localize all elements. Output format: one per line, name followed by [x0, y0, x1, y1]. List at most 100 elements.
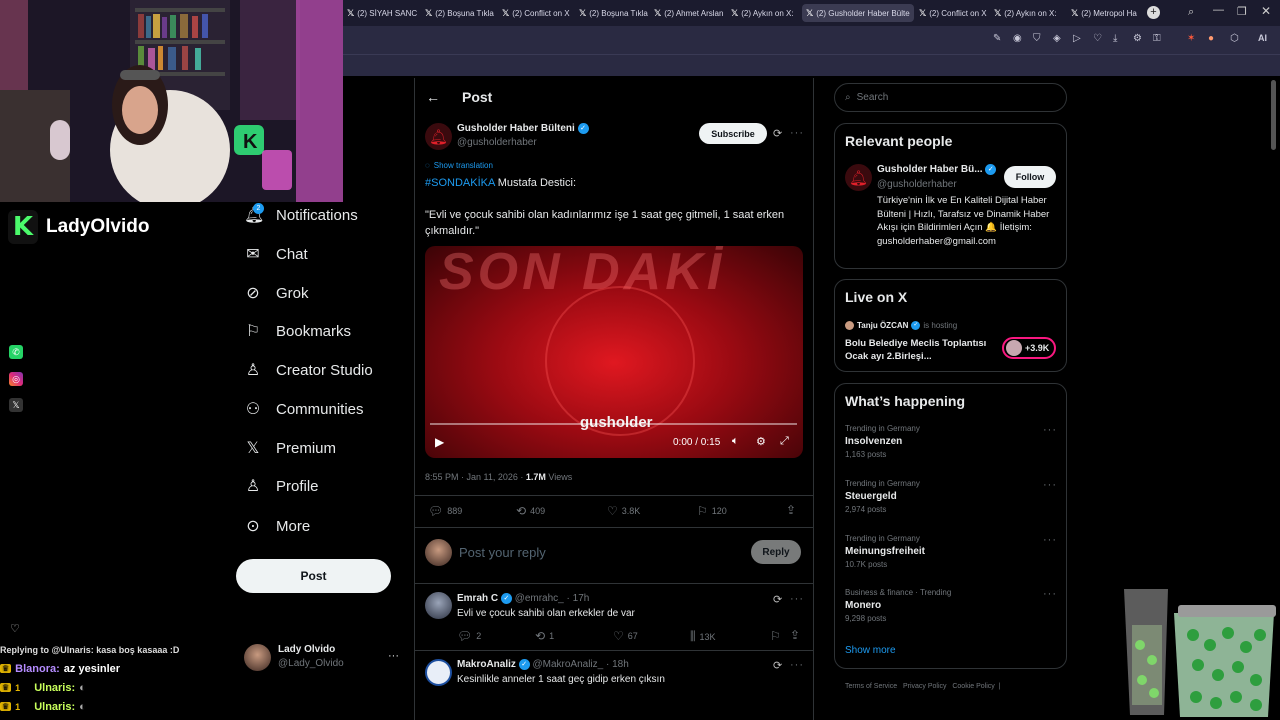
avatar[interactable] — [425, 592, 452, 619]
browser-tab[interactable]: 𝕏 (2) Boşuna Tıkla — [421, 4, 497, 22]
grok-icon[interactable]: ⟳ — [773, 659, 782, 672]
account-name[interactable]: Lady Olvido — [278, 644, 335, 655]
browser-tab[interactable]: 𝕏 (2) SİYAH SANC — [343, 4, 419, 22]
play-icon[interactable]: ▶ — [435, 435, 444, 449]
bookmark-button[interactable]: ⚐ — [770, 629, 781, 643]
extension-icon[interactable]: ◈ — [1053, 33, 1061, 44]
nav-communities[interactable]: ⚇ Communities — [244, 394, 364, 424]
hashtag-link[interactable]: #SONDAKİKA — [425, 177, 495, 189]
more-icon[interactable]: ··· — [1043, 424, 1057, 436]
bookmark-button[interactable]: ⚐ 120 — [697, 504, 727, 518]
post-button[interactable]: Post — [236, 559, 391, 593]
trend-item[interactable]: Trending in Germany Insolvenzen 1,163 po… — [845, 424, 1055, 459]
settings-icon[interactable]: ⚙ — [756, 435, 766, 448]
reply-author-handle[interactable]: @MakroAnaliz_ — [532, 659, 603, 670]
share-button[interactable]: ⇪ — [790, 628, 800, 642]
follow-button[interactable]: Follow — [1004, 166, 1056, 188]
video-player[interactable]: SON DAKİ gusholder ▶ 0:00 / 0:15 🔈︎ ⚙ ⤢ — [425, 246, 803, 458]
brave-icon[interactable]: ✶ — [1187, 33, 1195, 44]
more-icon[interactable]: ··· — [1043, 588, 1057, 600]
bell-logo-icon[interactable]: 🔔︎ — [425, 123, 452, 150]
gear-icon[interactable]: ⚙ — [1133, 33, 1142, 44]
repost-button[interactable]: ⟲ 409 — [516, 504, 545, 518]
edit-icon[interactable]: ✎ — [993, 33, 1001, 44]
browser-tab[interactable]: 𝕏 (2) Metropol Ha — [1067, 4, 1141, 22]
more-icon[interactable]: ··· — [790, 659, 804, 671]
search-input[interactable]: ⌕ Search — [834, 83, 1067, 112]
footer-links[interactable]: Terms of Service Privacy Policy Cookie P… — [845, 683, 1000, 690]
reply-author-name[interactable]: Emrah C — [457, 593, 498, 604]
nav-premium[interactable]: 𝕏 Premium — [244, 433, 336, 463]
ai-button[interactable]: AI — [1258, 33, 1267, 43]
repost-button[interactable]: ⟲ 1 — [535, 629, 554, 643]
live-host[interactable]: Tanju ÖZCAN ✓ is hosting — [845, 321, 957, 330]
browser-tab[interactable]: 𝕏 (2) Aykın on X: — [727, 4, 801, 22]
extension-icon[interactable]: ● — [1208, 33, 1214, 44]
browser-tab[interactable]: 𝕏 (2) Aykın on X: — [990, 4, 1066, 22]
post-author-handle[interactable]: @gusholderhaber — [457, 137, 537, 148]
download-icon[interactable]: ⤓ — [1113, 33, 1117, 44]
new-tab-button[interactable]: + — [1147, 6, 1160, 19]
play-icon[interactable]: ▷ — [1073, 33, 1081, 44]
camera-icon[interactable]: ◉ — [1013, 33, 1022, 44]
nav-more[interactable]: ⊙ More — [244, 511, 310, 541]
shield-icon[interactable]: ⛉ — [1033, 33, 1041, 44]
live-listeners-badge[interactable]: +3.9K — [1002, 337, 1056, 359]
more-icon[interactable]: ··· — [790, 593, 804, 605]
live-title[interactable]: Bolu Belediye Meclis Toplantısı Ocak ayı… — [845, 337, 995, 363]
reply-button[interactable]: 💬︎ 889 — [428, 504, 462, 518]
scrollbar-thumb[interactable] — [1271, 80, 1276, 150]
nav-bookmarks[interactable]: ⚐ Bookmarks — [244, 316, 351, 346]
minimize-icon[interactable]: — — [1213, 4, 1224, 16]
account-handle[interactable]: @Lady_Olvido — [278, 658, 344, 669]
search-tabs-icon[interactable]: ⌕ — [1188, 6, 1194, 19]
grok-icon[interactable]: ⟳ — [773, 593, 782, 606]
more-icon[interactable]: ··· — [790, 127, 804, 139]
reply-submit-button[interactable]: Reply — [751, 540, 801, 564]
tab-title: (2) Aykın on X: — [1004, 8, 1057, 18]
trend-item[interactable]: Trending in Germany Meinungsfreiheit 10.… — [845, 534, 1055, 569]
like-button[interactable]: ♡ 3.8K — [607, 504, 640, 518]
relevant-person-name[interactable]: Gusholder Haber Bü... ✓ — [877, 164, 997, 175]
browser-tab-active[interactable]: 𝕏 (2) Gusholder Haber Bülte — [802, 4, 914, 22]
more-icon[interactable]: ··· — [1043, 534, 1057, 546]
nav-chat[interactable]: ✉ Chat — [244, 239, 307, 269]
post-author[interactable]: Gusholder Haber Bülteni ✓ — [457, 123, 589, 134]
browser-tab[interactable]: 𝕏 (2) Ahmet Arslan — [650, 4, 726, 22]
reply-button[interactable]: 💬︎ 2 — [457, 629, 481, 643]
show-more-link[interactable]: Show more — [845, 645, 896, 656]
relevant-person-handle[interactable]: @gusholderhaber — [877, 179, 957, 190]
bell-logo-icon[interactable]: 🔔︎ — [845, 164, 872, 191]
trend-item[interactable]: Trending in Germany Steuergeld 2,974 pos… — [845, 479, 1055, 514]
show-translation-link[interactable]: ◌ Show translation — [425, 161, 493, 170]
maximize-icon[interactable]: ❐ — [1237, 5, 1247, 18]
share-button[interactable]: ⇪ — [786, 503, 796, 517]
volume-icon[interactable]: 🔈︎ — [732, 435, 739, 448]
heart-icon[interactable]: ♡ — [1093, 33, 1102, 44]
close-icon[interactable]: ✕ — [1261, 4, 1271, 18]
video-progress-track[interactable] — [430, 423, 797, 425]
grok-icon[interactable]: ⟳ — [773, 127, 782, 140]
nav-profile[interactable]: ♙ Profile — [244, 471, 319, 501]
browser-tab[interactable]: 𝕏 (2) Conflict on X — [915, 4, 989, 22]
extension-icon[interactable]: ⬡ — [1230, 33, 1239, 44]
fullscreen-icon[interactable]: ⤢ — [780, 435, 789, 448]
more-icon[interactable]: ··· — [388, 650, 399, 662]
search-placeholder: Search — [856, 92, 889, 103]
reply-author-handle[interactable]: @emrahc_ — [515, 593, 564, 604]
avatar[interactable] — [244, 644, 271, 671]
lock-icon[interactable]: ⚿ — [1153, 33, 1161, 44]
reply-input[interactable]: Post your reply — [459, 545, 546, 560]
like-button[interactable]: ♡ 67 — [613, 629, 638, 643]
browser-tab[interactable]: 𝕏 (2) Conflict on X — [498, 4, 574, 22]
back-arrow-icon[interactable]: ← — [426, 89, 440, 105]
nav-grok[interactable]: ⊘ Grok — [244, 278, 308, 308]
more-icon[interactable]: ··· — [1043, 479, 1057, 491]
trend-item[interactable]: Business & finance · Trending Monero 9,2… — [845, 588, 1055, 623]
avatar[interactable] — [425, 659, 452, 686]
nav-creator-studio[interactable]: ♙ Creator Studio — [244, 355, 373, 385]
subscribe-button[interactable]: Subscribe — [699, 123, 767, 144]
reply-author-name[interactable]: MakroAnaliz — [457, 659, 516, 670]
views-button[interactable]: ⫼ 13K — [690, 629, 716, 644]
browser-tab[interactable]: 𝕏 (2) Boşuna Tıkla — [575, 4, 649, 22]
